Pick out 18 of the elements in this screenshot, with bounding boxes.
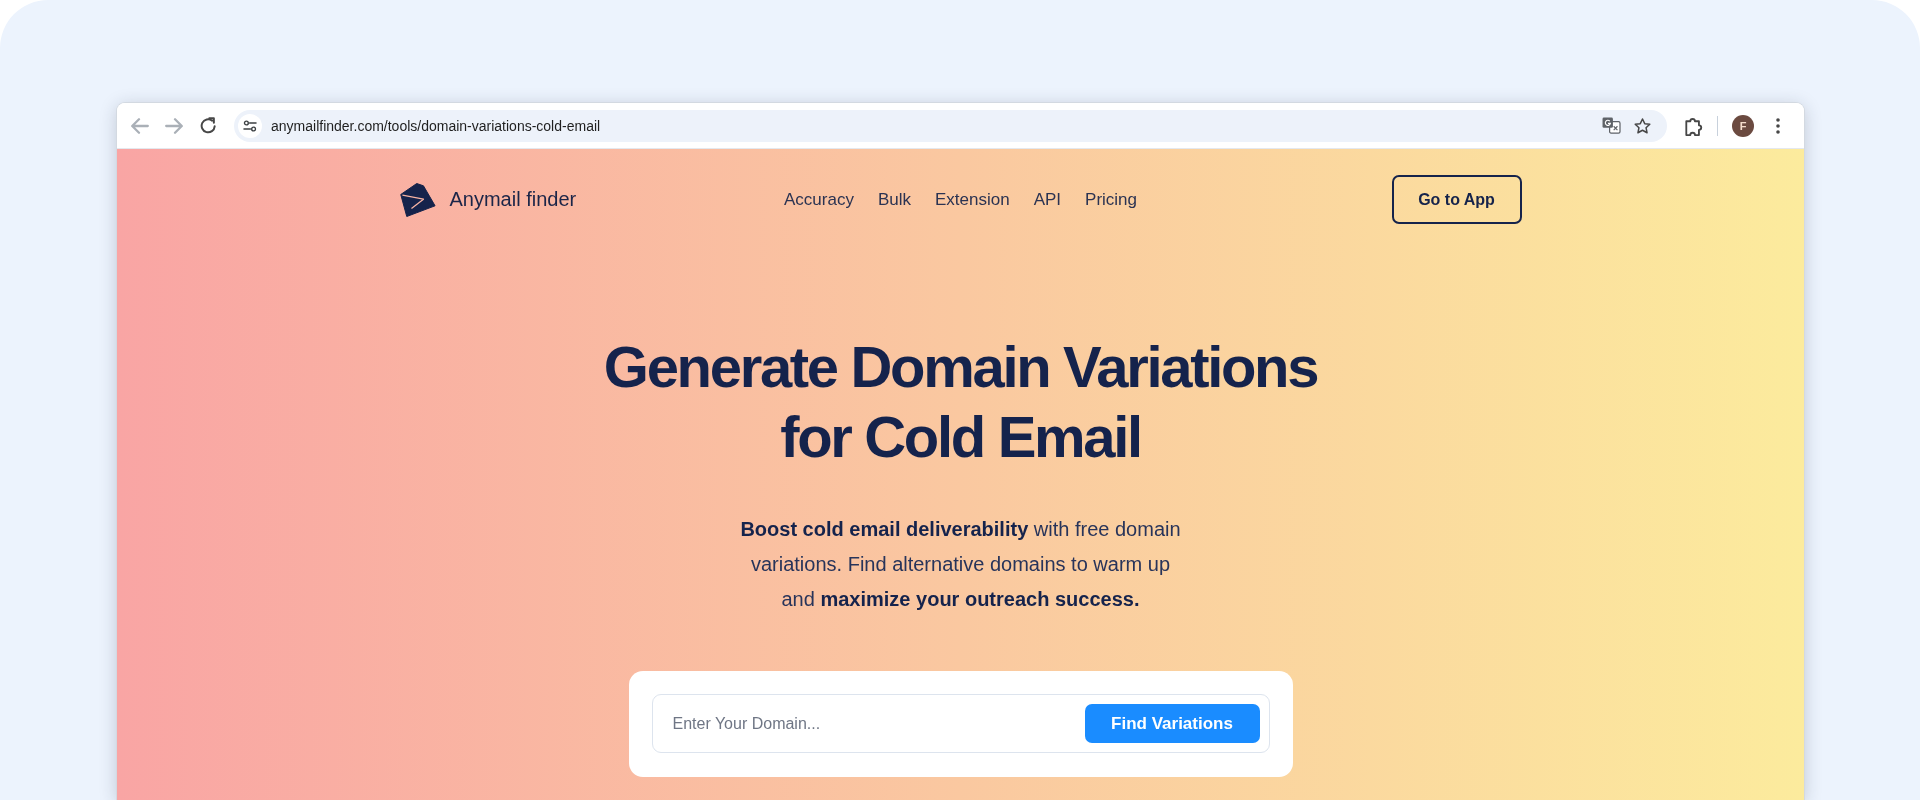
address-bar[interactable]: anymailfinder.com/tools/domain-variations-cold-email xyxy=(234,109,1667,142)
envelope-logo-icon xyxy=(399,182,436,217)
site-settings-icon[interactable] xyxy=(238,113,262,138)
logo-link[interactable]: Anymail finder xyxy=(399,182,577,217)
profile-avatar[interactable]: F xyxy=(1732,114,1754,137)
nav-link[interactable]: Bulk xyxy=(877,189,911,210)
puzzle-piece-icon[interactable] xyxy=(1685,115,1703,136)
nav-link[interactable]: Accuracy xyxy=(783,189,854,210)
nav-link[interactable]: Pricing xyxy=(1085,189,1137,210)
reload-icon[interactable] xyxy=(200,117,217,134)
nav-link[interactable]: API xyxy=(1033,189,1062,210)
nav-link[interactable]: Extension xyxy=(934,189,1010,210)
star-icon[interactable] xyxy=(1634,117,1651,134)
more-options-icon[interactable] xyxy=(1776,117,1780,134)
translate-icon[interactable] xyxy=(1602,117,1621,134)
hero-subtitle: Boost cold email deliverability with free domain variations. Find alternative domains to warm up and maximize your outreach success. xyxy=(739,517,1182,612)
go-to-app-button[interactable]: Go to App xyxy=(1391,175,1522,224)
page-heading: Generate Domain Variations for Cold Email xyxy=(602,333,1319,471)
